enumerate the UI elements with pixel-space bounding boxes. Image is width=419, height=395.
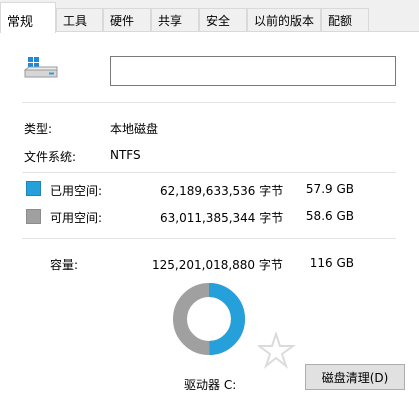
- tab-label: 常规: [7, 15, 34, 30]
- capacity-label: 容量:: [50, 258, 79, 272]
- tab-label: 以前的版本: [254, 14, 315, 28]
- filesystem-value: NTFS: [110, 148, 141, 162]
- tab-general[interactable]: 常规: [0, 2, 56, 33]
- drive-label: 驱动器 C:: [184, 378, 237, 392]
- filesystem-label: 文件系统:: [24, 150, 77, 164]
- used-space-swatch: [26, 181, 41, 196]
- tab-previous-versions[interactable]: 以前的版本: [247, 8, 321, 32]
- divider: [22, 102, 396, 103]
- disk-usage-donut: [173, 283, 245, 355]
- used-space-label: 已用空间:: [50, 184, 103, 198]
- used-space-size: 57.9 GB: [305, 182, 354, 196]
- tab-sharing[interactable]: 共享: [151, 8, 199, 32]
- divider: [22, 172, 396, 173]
- hard-drive-icon: [24, 57, 58, 78]
- free-space-label: 可用空间:: [50, 211, 103, 225]
- drive-name-input[interactable]: [110, 56, 396, 86]
- tab-bar: 常规 工具 硬件 共享 安全 以前的版本 配额: [0, 0, 419, 33]
- divider: [22, 238, 396, 239]
- tab-quota[interactable]: 配额: [321, 8, 369, 32]
- tab-hardware[interactable]: 硬件: [103, 8, 151, 32]
- tab-security[interactable]: 安全: [199, 8, 247, 32]
- free-space-swatch: [26, 209, 41, 224]
- type-label: 类型:: [24, 122, 53, 136]
- disk-cleanup-button[interactable]: 磁盘清理(D): [305, 364, 405, 390]
- type-value: 本地磁盘: [110, 122, 159, 136]
- capacity-size: 116 GB: [309, 256, 354, 270]
- tab-label: 安全: [206, 14, 231, 28]
- tab-label: 共享: [158, 14, 183, 28]
- capacity-bytes: 125,201,018,880 字节: [152, 258, 283, 272]
- tab-label: 硬件: [110, 14, 135, 28]
- free-space-size: 58.6 GB: [305, 209, 354, 223]
- tab-tools[interactable]: 工具: [56, 8, 103, 32]
- tab-label: 配额: [328, 14, 353, 28]
- free-space-bytes: 63,011,385,344 字节: [160, 211, 284, 225]
- used-space-bytes: 62,189,633,536 字节: [160, 184, 284, 198]
- tab-label: 工具: [63, 14, 88, 28]
